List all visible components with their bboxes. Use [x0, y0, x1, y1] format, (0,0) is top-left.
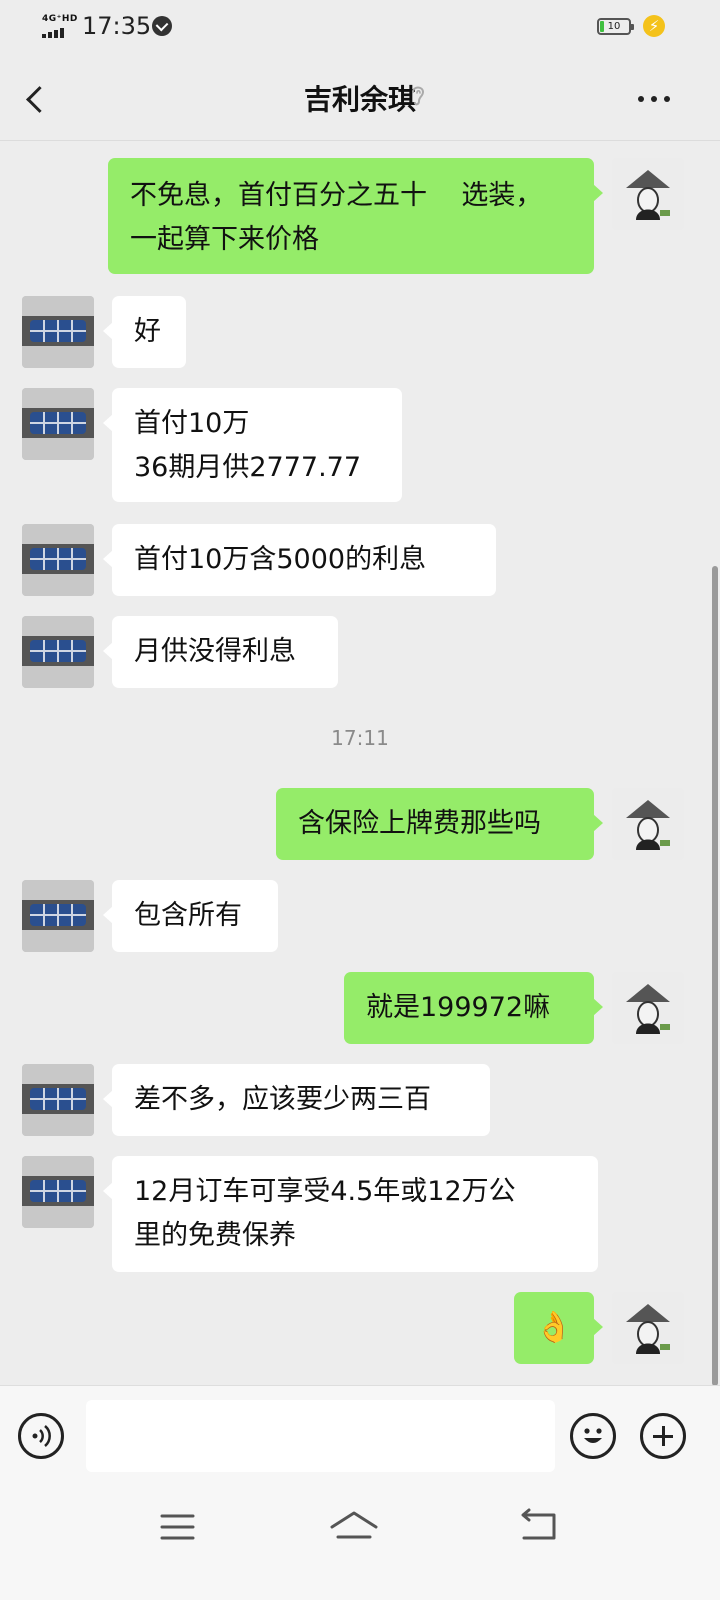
- emoji-message-bubble[interactable]: 👌: [514, 1292, 603, 1364]
- contact-avatar[interactable]: [22, 616, 94, 688]
- message-row: 就是199972嘛: [0, 972, 720, 1044]
- chat-header: 吉利余琪: [0, 56, 720, 141]
- notification-check-icon: [152, 16, 172, 36]
- contact-avatar[interactable]: [22, 388, 94, 460]
- return-icon[interactable]: [498, 1485, 578, 1565]
- battery-icon: 10: [597, 18, 634, 35]
- message-bubble[interactable]: 就是199972嘛: [344, 972, 603, 1044]
- status-bar: 4G⁺HD 17:35 10 ⚡: [0, 0, 720, 56]
- message-row: 好: [0, 296, 720, 368]
- message-bubble[interactable]: 含保险上牌费那些吗: [276, 788, 603, 860]
- my-avatar[interactable]: [612, 972, 684, 1044]
- menu-icon[interactable]: [138, 1485, 218, 1565]
- message-row: 月供没得利息: [0, 616, 720, 688]
- message-row: 👌: [0, 1292, 720, 1364]
- plus-icon[interactable]: [640, 1413, 686, 1459]
- message-bubble[interactable]: 首付10万含5000的利息: [103, 524, 496, 596]
- message-row: 包含所有: [0, 880, 720, 952]
- my-avatar[interactable]: [612, 158, 684, 230]
- message-input[interactable]: [86, 1400, 555, 1472]
- chat-area[interactable]: 不免息，首付百分之五十 选装， 一起算下来价格 好 首付10万 36期月供277…: [0, 140, 720, 1385]
- home-icon[interactable]: [314, 1485, 394, 1565]
- message-bubble[interactable]: 不免息，首付百分之五十 选装， 一起算下来价格: [108, 158, 603, 274]
- message-bubble[interactable]: 好: [103, 296, 186, 368]
- contact-avatar[interactable]: [22, 880, 94, 952]
- ear-icon: [412, 86, 425, 106]
- message-bubble[interactable]: 首付10万 36期月供2777.77: [103, 388, 402, 502]
- voice-icon[interactable]: [18, 1413, 64, 1459]
- message-bubble[interactable]: 差不多，应该要少两三百: [103, 1064, 490, 1136]
- my-avatar[interactable]: [612, 788, 684, 860]
- message-row: 差不多，应该要少两三百: [0, 1064, 720, 1136]
- message-row: 不免息，首付百分之五十 选装， 一起算下来价格: [0, 158, 720, 274]
- message-row: 首付10万含5000的利息: [0, 524, 720, 596]
- status-time: 17:35: [82, 12, 152, 40]
- system-nav-bar: [0, 1485, 720, 1600]
- message-row: 含保险上牌费那些吗: [0, 788, 720, 860]
- message-row: 首付10万 36期月供2777.77: [0, 388, 720, 502]
- message-timestamp: 17:11: [331, 726, 389, 750]
- chat-title: 吉利余琪: [303, 83, 416, 116]
- contact-avatar[interactable]: [22, 524, 94, 596]
- network-type: 4G⁺HD: [42, 14, 78, 24]
- message-bubble[interactable]: 月供没得利息: [103, 616, 338, 688]
- message-bubble[interactable]: 包含所有: [103, 880, 278, 952]
- battery-level: 10: [607, 21, 621, 32]
- emoji-icon[interactable]: [570, 1413, 616, 1459]
- message-row: 12月订车可享受4.5年或12万公 里的免费保养: [0, 1156, 720, 1272]
- input-bar: [0, 1385, 720, 1486]
- signal-icon: 4G⁺HD: [42, 14, 78, 40]
- message-bubble[interactable]: 12月订车可享受4.5年或12万公 里的免费保养: [103, 1156, 598, 1272]
- my-avatar[interactable]: [612, 1292, 684, 1364]
- more-icon[interactable]: [638, 96, 670, 102]
- contact-avatar[interactable]: [22, 296, 94, 368]
- charging-icon: ⚡: [643, 15, 665, 37]
- contact-avatar[interactable]: [22, 1156, 94, 1228]
- contact-avatar[interactable]: [22, 1064, 94, 1136]
- scrollbar[interactable]: [712, 566, 718, 1386]
